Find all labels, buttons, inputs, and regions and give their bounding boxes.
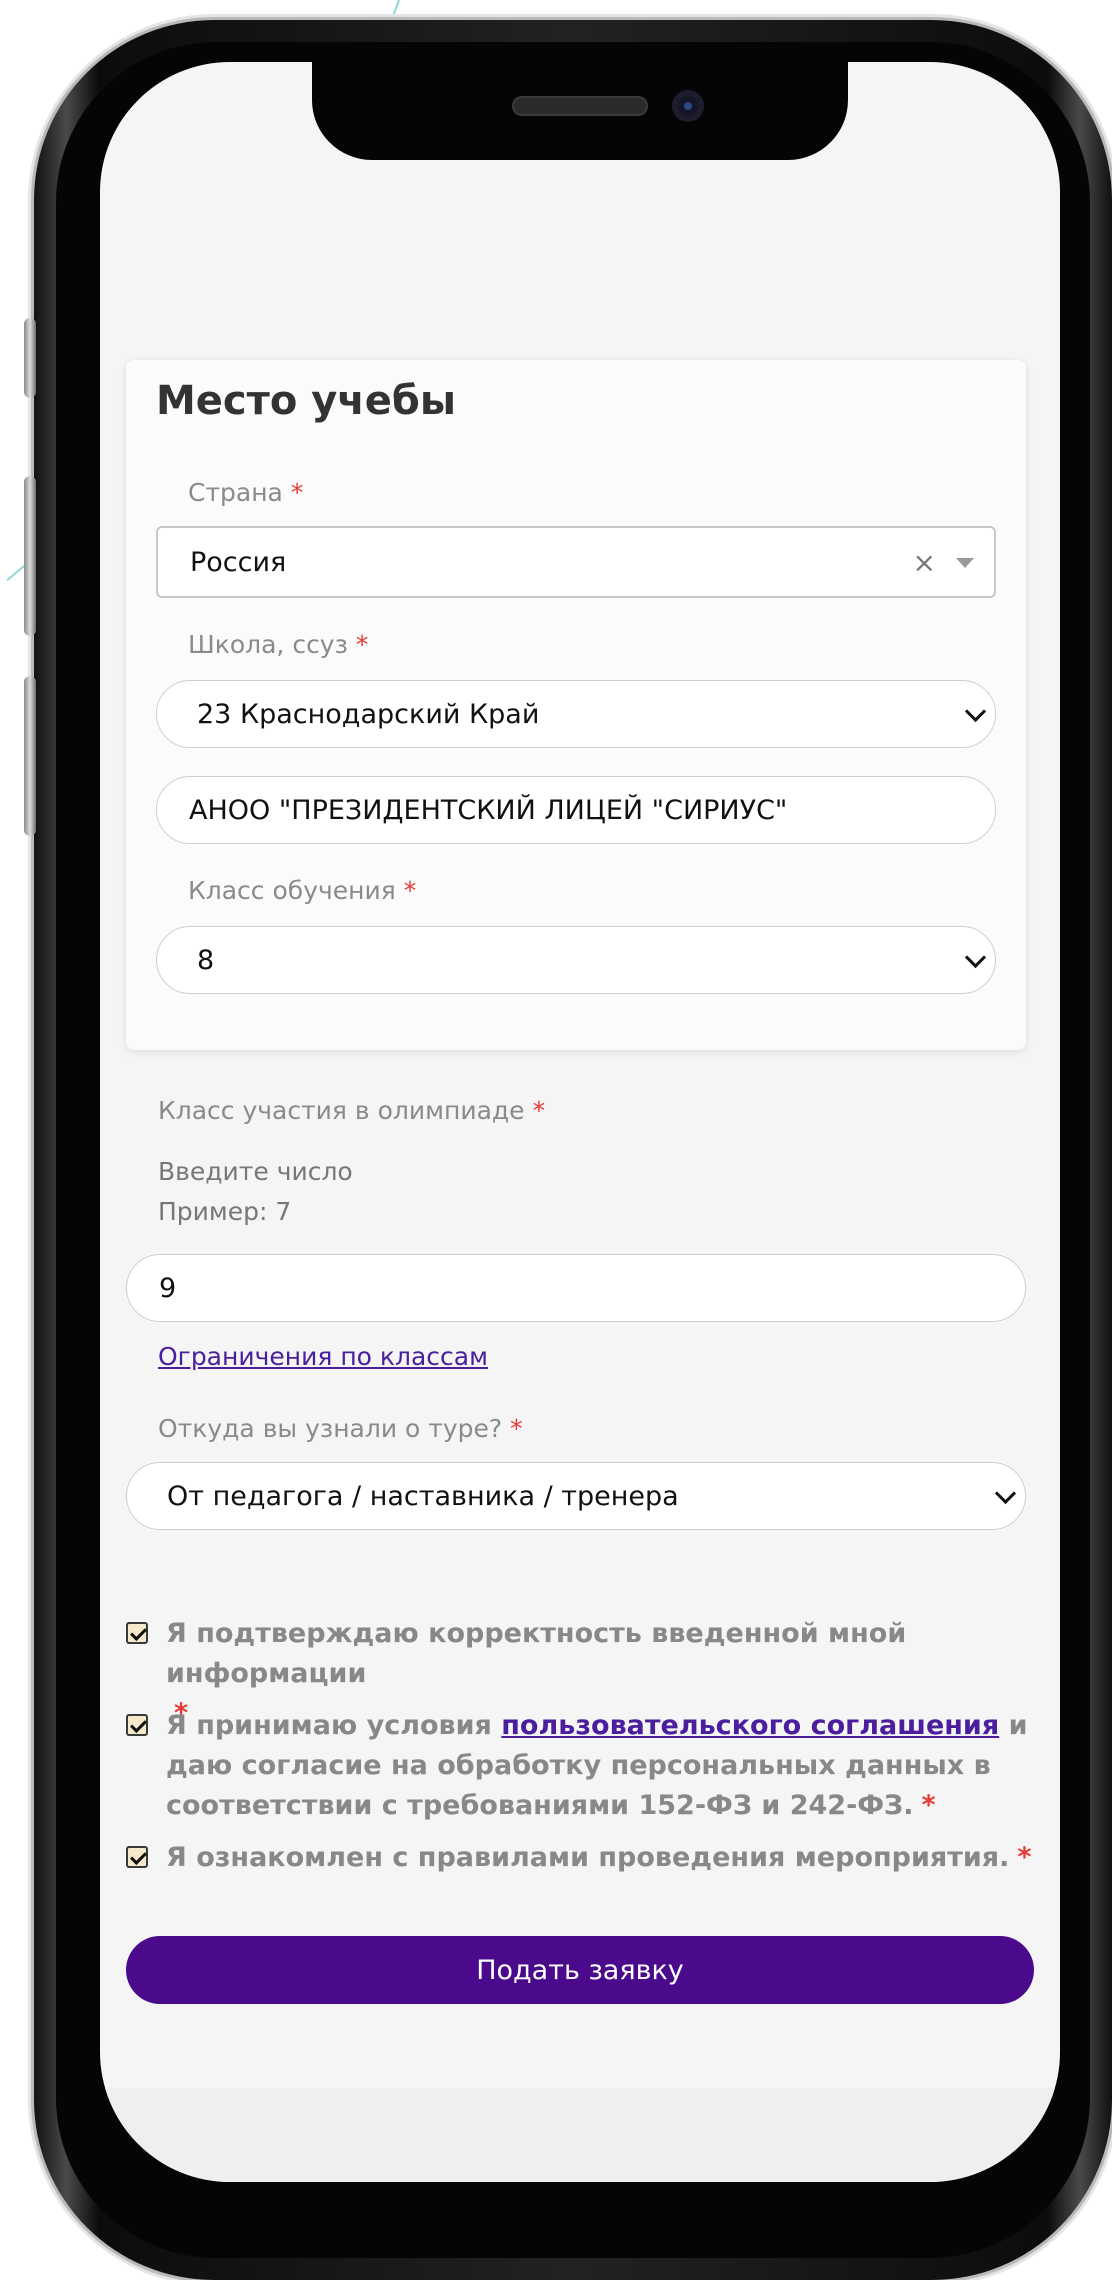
agreement-rules-checkbox[interactable] bbox=[126, 1846, 148, 1868]
school-input[interactable]: АНОО "ПРЕЗИДЕНТСКИЙ ЛИЦЕЙ "СИРИУС" bbox=[156, 776, 996, 844]
agreement-terms-checkbox[interactable] bbox=[126, 1714, 148, 1736]
agreement-terms-row: Я принимаю условия пользовательского сог… bbox=[126, 1706, 1036, 1826]
school-value: АНОО "ПРЕЗИДЕНТСКИЙ ЛИЦЕЙ "СИРИУС" bbox=[189, 794, 788, 826]
country-value: Россия bbox=[190, 546, 287, 578]
required-marker: * bbox=[1017, 1842, 1032, 1873]
hint-line: Введите число bbox=[158, 1157, 353, 1186]
front-camera-icon bbox=[672, 90, 704, 122]
submit-application-button[interactable]: Подать заявку bbox=[126, 1936, 1034, 2004]
olympiad-hint: Введите число Пример: 7 bbox=[158, 1152, 353, 1232]
olympiad-class-label: Класс участия в олимпиаде * bbox=[158, 1096, 546, 1125]
required-marker: * bbox=[510, 1414, 523, 1443]
agreement-terms-text: Я принимаю условия пользовательского сог… bbox=[166, 1710, 1028, 1821]
chevron-down-icon[interactable] bbox=[964, 946, 987, 969]
agreement-rules-text: Я ознакомлен с правилами проведения меро… bbox=[166, 1842, 1032, 1873]
olympiad-class-input[interactable]: 9 bbox=[126, 1254, 1026, 1322]
chevron-down-icon[interactable] bbox=[994, 1482, 1017, 1505]
phone-notch bbox=[312, 62, 848, 160]
region-value: 23 Краснодарский Край bbox=[197, 698, 540, 730]
grade-label: Класс обучения * bbox=[188, 876, 417, 905]
hint-example: Пример: 7 bbox=[158, 1197, 292, 1226]
phone-volume-down-button bbox=[24, 676, 36, 836]
clear-icon[interactable]: × bbox=[913, 546, 936, 579]
required-marker: * bbox=[290, 478, 304, 507]
source-value: От педагога / наставника / тренера bbox=[167, 1480, 679, 1512]
grade-value: 8 bbox=[197, 944, 215, 976]
caret-down-icon[interactable] bbox=[956, 558, 974, 568]
phone-volume-up-button bbox=[24, 476, 36, 636]
class-limits-link[interactable]: Ограничения по классам bbox=[158, 1342, 488, 1371]
olympiad-class-value: 9 bbox=[159, 1272, 177, 1304]
required-marker: * bbox=[921, 1790, 936, 1821]
required-marker: * bbox=[532, 1096, 546, 1125]
country-select[interactable]: Россия × bbox=[156, 526, 996, 598]
speaker-grille bbox=[512, 96, 648, 116]
agreement-accuracy-row: Я подтверждаю корректность введенной мно… bbox=[126, 1614, 1036, 1729]
phone-mute-switch bbox=[24, 318, 36, 398]
grade-select[interactable]: 8 bbox=[156, 926, 996, 994]
section-title: Место учебы bbox=[156, 378, 456, 424]
source-label: Откуда вы узнали о туре? * bbox=[158, 1414, 523, 1443]
required-marker: * bbox=[403, 876, 417, 905]
source-select[interactable]: От педагога / наставника / тренера bbox=[126, 1462, 1026, 1530]
school-label: Школа, ссуз * bbox=[188, 630, 369, 659]
user-agreement-link[interactable]: пользовательского соглашения bbox=[501, 1710, 999, 1741]
country-label: Страна * bbox=[188, 478, 304, 507]
agreement-rules-row: Я ознакомлен с правилами проведения меро… bbox=[126, 1838, 1036, 1882]
chevron-down-icon[interactable] bbox=[964, 700, 987, 723]
required-marker: * bbox=[355, 630, 369, 659]
phone-screen: Место учебы Страна * Россия × Школа, ссуз… bbox=[100, 62, 1060, 2182]
bottom-area bbox=[100, 2088, 1060, 2182]
region-select[interactable]: 23 Краснодарский Край bbox=[156, 680, 996, 748]
agreement-accuracy-checkbox[interactable] bbox=[126, 1622, 148, 1644]
